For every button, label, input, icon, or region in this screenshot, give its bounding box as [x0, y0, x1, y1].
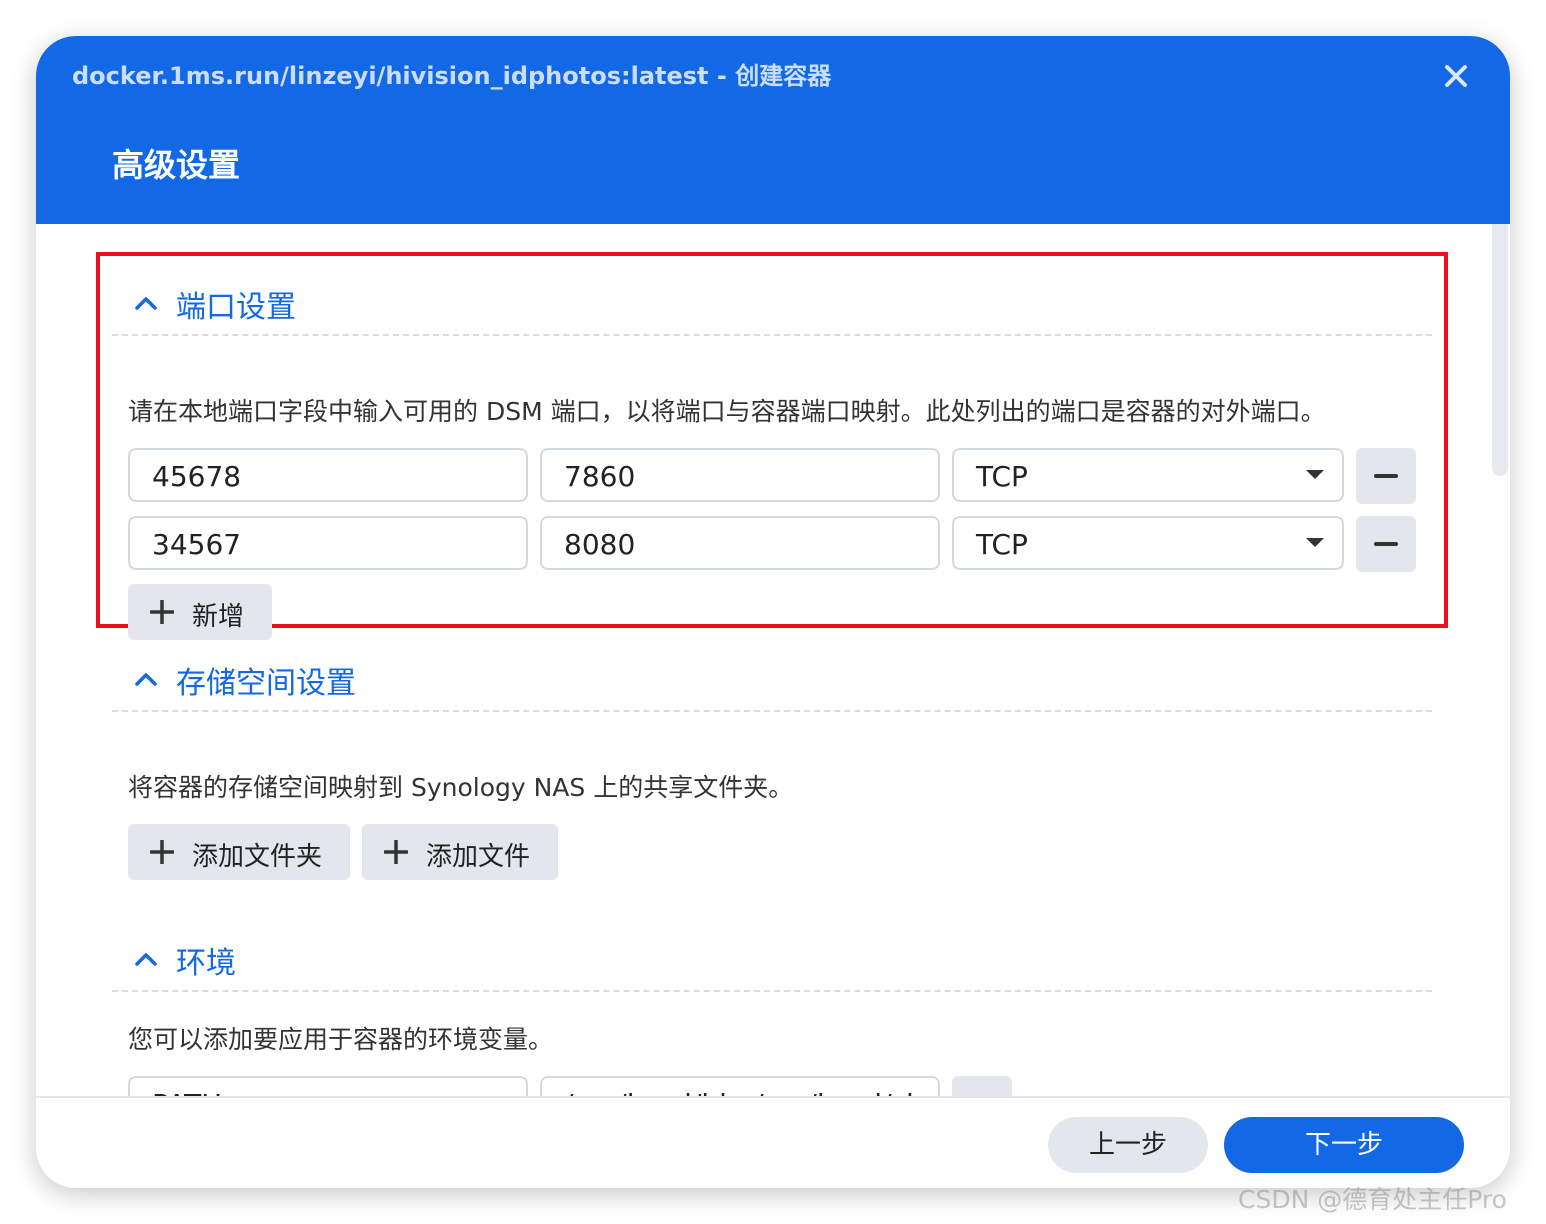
section-header-env[interactable]: 环境: [112, 926, 1432, 992]
protocol-value: TCP: [976, 460, 1028, 493]
dialog-header: docker.1ms.run/linzeyi/hivision_idphotos…: [36, 36, 1510, 224]
env-name-input[interactable]: PATH: [128, 1076, 528, 1096]
storage-section-title: 存储空间设置: [176, 666, 356, 701]
env-description: 您可以添加要应用于容器的环境变量。: [128, 1025, 554, 1054]
minus-icon: [1374, 542, 1398, 546]
remove-port-button[interactable]: [1356, 516, 1416, 572]
chevron-up-icon: [132, 290, 160, 318]
minus-icon: [1374, 474, 1398, 478]
previous-step-button[interactable]: 上一步: [1048, 1117, 1208, 1173]
watermark: CSDN @德育处主任Pro: [1238, 1185, 1507, 1214]
window-title: docker.1ms.run/linzeyi/hivision_idphotos…: [72, 62, 832, 90]
container-port-value: 8080: [564, 528, 636, 561]
section-header-storage[interactable]: 存储空间设置: [112, 646, 1432, 712]
next-step-button[interactable]: 下一步: [1224, 1117, 1464, 1173]
add-file-button[interactable]: 添加文件: [362, 824, 558, 880]
protocol-value: TCP: [976, 528, 1028, 561]
caret-down-icon: [1306, 538, 1324, 547]
chevron-up-icon: [132, 666, 160, 694]
container-port-input[interactable]: 8080: [540, 516, 940, 570]
local-port-input[interactable]: 45678: [128, 448, 528, 502]
add-file-label: 添加文件: [426, 842, 531, 872]
chevron-up-icon: [132, 946, 160, 974]
env-value-text: /usr/local/bin:/usr/local/sb: [564, 1088, 924, 1096]
storage-description: 将容器的存储空间映射到 Synology NAS 上的共享文件夹。: [128, 773, 794, 802]
env-section-title: 环境: [176, 946, 236, 981]
add-port-label: 新增: [192, 602, 245, 632]
caret-down-icon: [1306, 470, 1324, 479]
page-title: 高级设置: [112, 146, 241, 184]
dialog-footer: 上一步 下一步: [36, 1096, 1510, 1188]
protocol-select[interactable]: TCP: [952, 448, 1344, 502]
scrollbar-thumb[interactable]: [1492, 224, 1508, 476]
remove-port-button[interactable]: [1356, 448, 1416, 504]
plus-icon: [150, 840, 174, 864]
local-port-input[interactable]: 34567: [128, 516, 528, 570]
ports-description: 请在本地端口字段中输入可用的 DSM 端口，以将端口与容器端口映射。此处列出的端…: [128, 397, 1326, 426]
container-port-input[interactable]: 7860: [540, 448, 940, 502]
section-header-ports[interactable]: 端口设置: [112, 270, 1432, 336]
plus-icon: [150, 600, 174, 624]
add-folder-button[interactable]: 添加文件夹: [128, 824, 350, 880]
local-port-value: 45678: [152, 460, 242, 493]
protocol-select[interactable]: TCP: [952, 516, 1344, 570]
remove-env-button[interactable]: [952, 1076, 1012, 1096]
ports-section-title: 端口设置: [176, 290, 296, 325]
env-name-value: PATH: [152, 1088, 222, 1096]
dialog-content: 端口设置 请在本地端口字段中输入可用的 DSM 端口，以将端口与容器端口映射。此…: [36, 224, 1510, 1096]
add-folder-label: 添加文件夹: [192, 842, 323, 872]
add-port-button[interactable]: 新增: [128, 584, 272, 640]
close-button[interactable]: [1440, 60, 1472, 92]
env-value-input[interactable]: /usr/local/bin:/usr/local/sb: [540, 1076, 940, 1096]
plus-icon: [384, 840, 408, 864]
local-port-value: 34567: [152, 528, 242, 561]
close-icon: [1445, 65, 1467, 87]
container-port-value: 7860: [564, 460, 636, 493]
create-container-dialog: docker.1ms.run/linzeyi/hivision_idphotos…: [36, 36, 1510, 1188]
